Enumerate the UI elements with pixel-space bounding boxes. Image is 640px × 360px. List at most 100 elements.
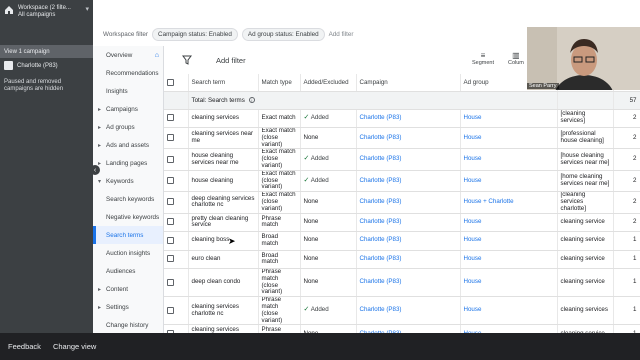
row-select-cell[interactable] — [164, 268, 189, 298]
nav-search-terms[interactable]: Search terms — [93, 226, 163, 244]
columns-button[interactable]: ▥ Colum — [508, 51, 524, 66]
ad-group-cell[interactable]: House — [460, 296, 558, 326]
table-row[interactable]: deep clean condo Phrase match (close vari… — [164, 268, 640, 298]
campaign-link[interactable]: Charlotte (P83) — [360, 114, 402, 121]
workspace-selector[interactable]: Workspace (2 filte... All campaigns ▾ — [0, 0, 93, 46]
ad-group-link[interactable]: House + Charlotte — [464, 198, 514, 205]
segment-button[interactable]: ≡ Segment — [472, 51, 494, 66]
row-checkbox[interactable] — [167, 177, 174, 184]
table-row[interactable]: pretty clean cleaning service Phrase matc… — [164, 213, 640, 233]
nav-negative-keywords[interactable]: Negative keywords — [93, 208, 163, 226]
row-checkbox[interactable] — [167, 198, 174, 206]
row-checkbox[interactable] — [167, 114, 174, 122]
adgroup-status-chip[interactable]: Ad group status: Enabled — [241, 28, 325, 41]
row-select-cell[interactable] — [164, 250, 189, 270]
row-select-cell[interactable] — [164, 109, 189, 128]
add-filter-button[interactable]: Add filter — [216, 56, 246, 65]
nav-landing-pages[interactable]: Landing pages — [93, 154, 163, 172]
header-added-excluded[interactable]: Added/Excluded — [300, 74, 357, 92]
campaign-cell[interactable]: Charlotte (P83) — [356, 213, 461, 233]
filter-icon[interactable] — [182, 55, 192, 65]
row-select-cell[interactable] — [164, 191, 189, 214]
nav-keywords[interactable]: Keywords — [93, 172, 163, 190]
nav-campaigns[interactable]: Campaigns — [93, 100, 163, 118]
header-campaign[interactable]: Campaign — [356, 74, 461, 92]
nav-change-history[interactable]: Change history — [93, 316, 163, 333]
campaign-cell[interactable]: Charlotte (P83) — [356, 250, 461, 270]
ad-group-link[interactable]: House — [464, 278, 482, 285]
ad-group-link[interactable]: House — [464, 177, 482, 184]
ad-group-link[interactable]: House — [464, 218, 482, 225]
ad-group-cell[interactable]: House + Charlotte — [460, 191, 558, 214]
table-row[interactable]: cleaning services near me Exact match (cl… — [164, 127, 640, 150]
campaign-link[interactable]: Charlotte (P83) — [360, 218, 402, 225]
campaign-cell[interactable]: Charlotte (P83) — [356, 296, 461, 326]
campaign-link[interactable]: Charlotte (P83) — [360, 198, 402, 205]
ad-group-link[interactable]: House — [464, 114, 482, 121]
campaign-link[interactable]: Charlotte (P83) — [360, 236, 402, 244]
ad-group-cell[interactable]: House — [460, 109, 558, 128]
campaign-link[interactable]: Charlotte (P83) — [360, 278, 402, 285]
campaign-link[interactable]: Charlotte (P83) — [360, 134, 402, 141]
nav-content[interactable]: Content — [93, 280, 163, 298]
campaign-cell[interactable]: Charlotte (P83) — [356, 109, 461, 128]
table-row[interactable]: house cleaning services near me Exact mat… — [164, 148, 640, 171]
table-row[interactable]: cleaning services charlotte nc Phrase mat… — [164, 296, 640, 326]
nav-insights[interactable]: Insights — [93, 82, 163, 100]
campaign-link[interactable]: Charlotte (P83) — [360, 306, 402, 314]
row-select-cell[interactable] — [164, 170, 189, 193]
campaign-cell[interactable]: Charlotte (P83) — [356, 268, 461, 298]
nav-recommendations[interactable]: Recommendations — [93, 64, 163, 82]
row-select-cell[interactable] — [164, 231, 189, 251]
ad-group-cell[interactable]: House — [460, 268, 558, 298]
table-row[interactable]: house cleaning Exact match (close variant… — [164, 170, 640, 193]
collapse-menu-button[interactable]: ‹ — [90, 165, 100, 175]
table-row[interactable]: cleaning services Exact match ✓ Added Charl… — [164, 109, 640, 128]
header-search-term[interactable]: Search term — [188, 74, 259, 92]
campaign-cell[interactable]: Charlotte (P83) — [356, 191, 461, 214]
ad-group-cell[interactable]: House — [460, 127, 558, 150]
info-icon[interactable]: i — [248, 96, 255, 103]
ad-group-link[interactable]: House — [464, 155, 482, 162]
ad-group-cell[interactable]: House — [460, 250, 558, 270]
campaign-link[interactable]: Charlotte (P83) — [360, 155, 402, 162]
nav-ads-assets[interactable]: Ads and assets — [93, 136, 163, 154]
ad-group-link[interactable]: House — [464, 255, 482, 262]
campaign-cell[interactable]: Charlotte (P83) — [356, 148, 461, 171]
chevron-down-icon[interactable]: ▾ — [85, 5, 89, 13]
row-checkbox[interactable] — [167, 306, 174, 314]
select-all-checkbox[interactable] — [167, 78, 174, 86]
campaign-cell[interactable]: Charlotte (P83) — [356, 170, 461, 193]
row-select-cell[interactable] — [164, 296, 189, 326]
workspace-add-filter[interactable]: Add filter — [329, 31, 354, 38]
change-view-link[interactable]: Change view — [53, 342, 96, 351]
ad-group-cell[interactable]: House — [460, 231, 558, 251]
row-checkbox[interactable] — [167, 155, 174, 163]
ad-group-cell[interactable]: House — [460, 213, 558, 233]
campaign-entry[interactable]: Charlotte (P83) — [0, 58, 93, 73]
row-checkbox[interactable] — [167, 218, 174, 226]
nav-search-keywords[interactable]: Search keywords — [93, 190, 163, 208]
select-all-cell[interactable] — [164, 74, 189, 92]
nav-auction-insights[interactable]: Auction insights — [93, 244, 163, 262]
campaign-link[interactable]: Charlotte (P83) — [360, 177, 402, 184]
campaign-link[interactable]: Charlotte (P83) — [360, 255, 402, 262]
row-checkbox[interactable] — [167, 278, 174, 286]
ad-group-cell[interactable]: House — [460, 148, 558, 171]
nav-overview[interactable]: Overview ⌂ — [93, 46, 163, 64]
header-match-type[interactable]: Match type — [258, 74, 301, 92]
row-select-cell[interactable] — [164, 148, 189, 171]
nav-ad-groups[interactable]: Ad groups — [93, 118, 163, 136]
ad-group-link[interactable]: House — [464, 306, 482, 314]
feedback-link[interactable]: Feedback — [8, 342, 41, 351]
row-checkbox[interactable] — [167, 255, 174, 263]
campaign-cell[interactable]: Charlotte (P83) — [356, 127, 461, 150]
nav-settings[interactable]: Settings — [93, 298, 163, 316]
table-row[interactable]: deep cleaning services charlotte nc Exact… — [164, 191, 640, 214]
row-select-cell[interactable] — [164, 213, 189, 233]
campaign-status-chip[interactable]: Campaign status: Enabled — [152, 28, 238, 41]
view-campaign-count[interactable]: View 1 campaign — [0, 46, 93, 58]
row-select-cell[interactable] — [164, 127, 189, 150]
table-row[interactable]: euro clean Broad match None Charlotte (P83)… — [164, 250, 640, 270]
nav-audiences[interactable]: Audiences — [93, 262, 163, 280]
